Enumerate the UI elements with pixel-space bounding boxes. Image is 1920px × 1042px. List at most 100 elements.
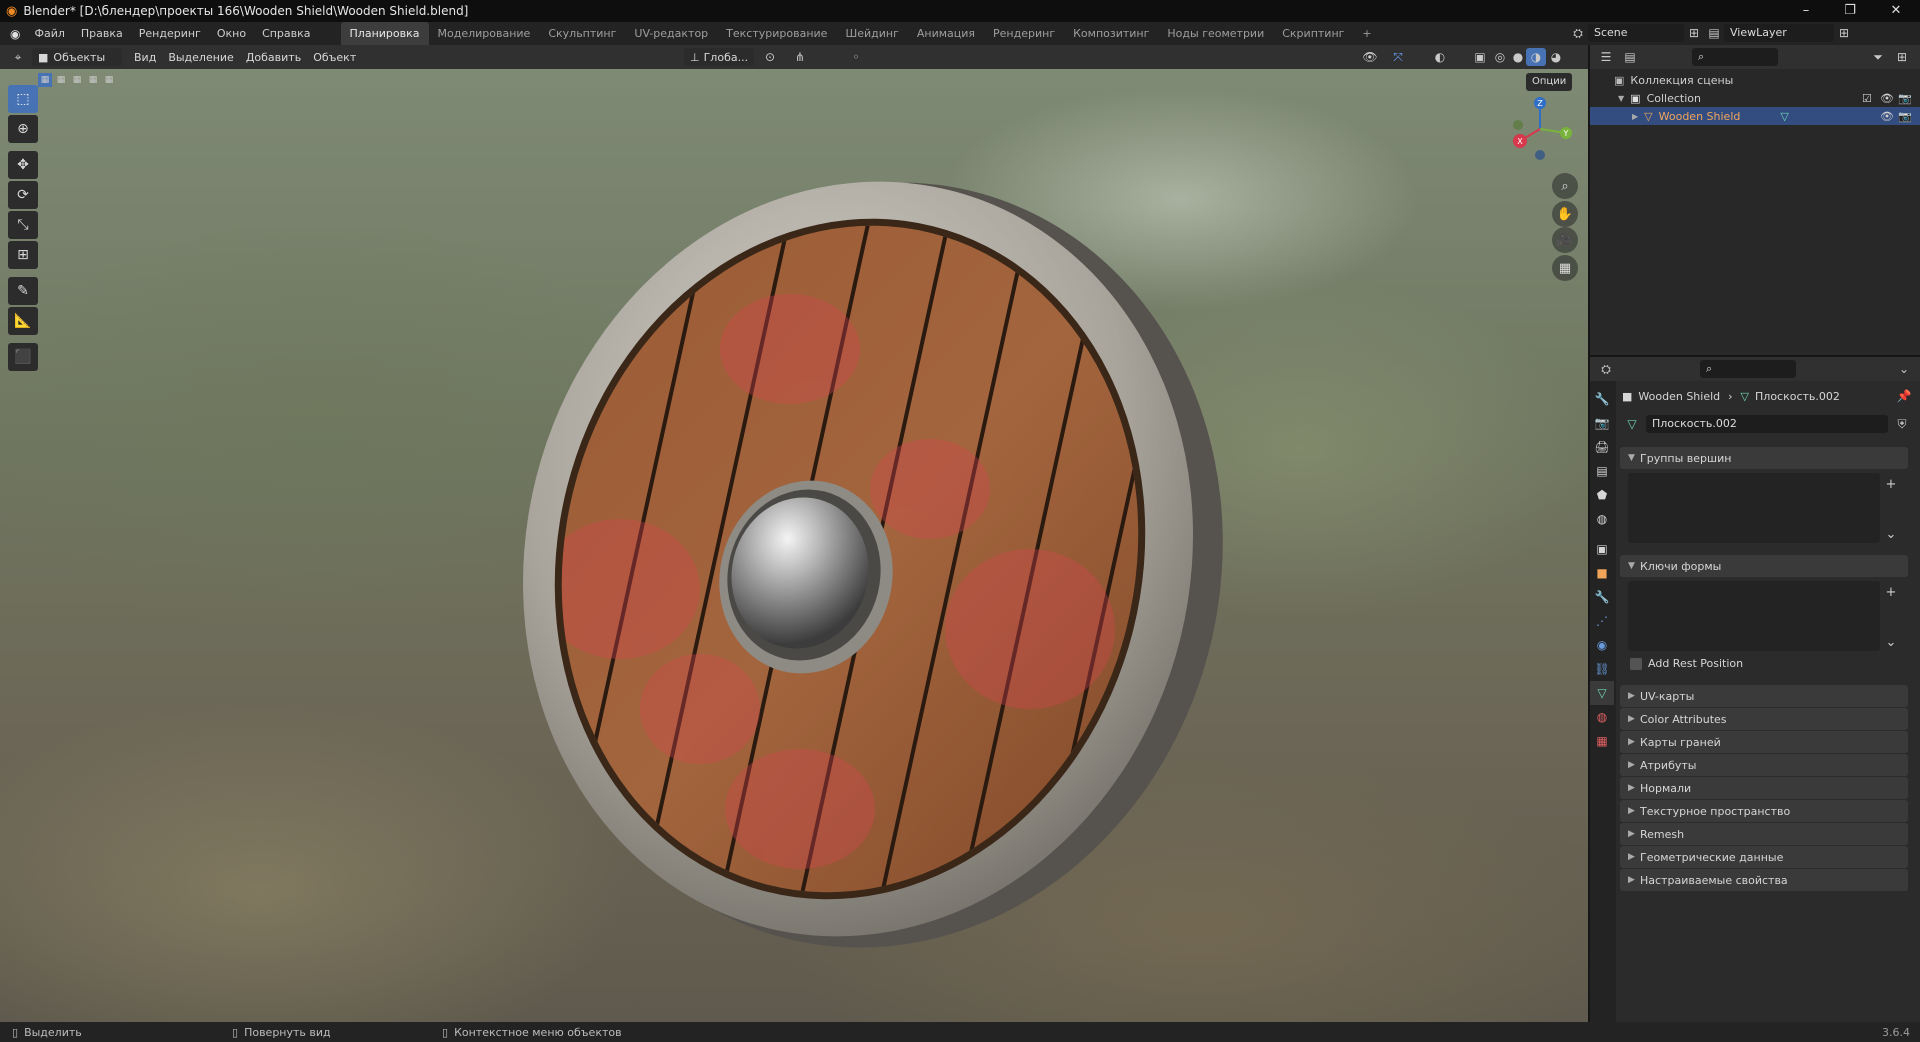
tab-scripting[interactable]: Скриптинг (1273, 22, 1353, 45)
texture-tab-icon[interactable]: ▦ (1590, 729, 1614, 753)
tab-rendering[interactable]: Рендеринг (984, 22, 1064, 45)
editor-type-icon[interactable]: ⌖ (8, 48, 28, 66)
vertex-group-menu-icon[interactable]: ⌄ (1882, 525, 1900, 543)
exclude-checkbox-icon[interactable]: ☑ (1862, 92, 1872, 105)
geometry-data-panel-header[interactable]: ▶ Геометрические данные (1620, 846, 1908, 868)
world-tab-icon[interactable]: ◍ (1590, 507, 1614, 531)
3d-viewport[interactable]: ▦ ▦ ▦ ▦ ▦ Опции ⬚ ⊕ ✥ ⟳ ⤡ ⊞ ✎ 📐 ⬛ Z Y X … (0, 69, 1588, 1022)
tab-layout[interactable]: Планировка (340, 22, 429, 45)
new-collection-icon[interactable]: ⊞ (1892, 48, 1912, 66)
tab-sculpting[interactable]: Скульптинг (539, 22, 625, 45)
menu-file[interactable]: Файл (26, 22, 72, 45)
menu-help[interactable]: Справка (254, 22, 318, 45)
constraints-tab-icon[interactable]: ⛓ (1590, 657, 1614, 681)
annotate-tool-icon[interactable]: ✎ (8, 277, 38, 305)
add-rest-position-checkbox[interactable] (1630, 657, 1642, 670)
menu-render[interactable]: Рендеринг (131, 22, 209, 45)
texture-space-panel-header[interactable]: ▶ Текстурное пространство (1620, 800, 1908, 822)
outliner-row-collection[interactable]: ▼ ▣ Collection ☑ 👁 📷 (1590, 89, 1920, 107)
particles-tab-icon[interactable]: ⋰ (1590, 609, 1614, 633)
scene-selector[interactable]: Scene (1588, 24, 1684, 42)
tab-compositing[interactable]: Композитинг (1064, 22, 1158, 45)
menu-select[interactable]: Выделение (162, 48, 240, 66)
outliner-editor-type-icon[interactable]: ☰ (1596, 48, 1616, 66)
collection-tab-icon[interactable]: ▣ (1590, 537, 1614, 561)
expand-arrow-icon[interactable]: ▶ (1632, 112, 1638, 121)
outliner-row-scene-collection[interactable]: ▣ Коллекция сцены (1590, 71, 1920, 89)
render-tab-icon[interactable]: 📷 (1590, 411, 1614, 435)
expand-arrow-icon[interactable]: ▼ (1618, 94, 1624, 103)
add-cube-tool-icon[interactable]: ⬛ (8, 343, 38, 371)
shading-material-icon[interactable]: ◑ (1526, 48, 1546, 66)
mesh-data-icon[interactable]: ▽ (1780, 110, 1788, 123)
maximize-button[interactable]: ❐ (1830, 0, 1870, 22)
properties-editor-type-icon[interactable]: ⛭ (1596, 360, 1616, 378)
vertex-groups-panel-header[interactable]: ▼ Группы вершин (1620, 447, 1908, 469)
menu-window[interactable]: Окно (209, 22, 254, 45)
shading-rendered-icon[interactable]: ◕ (1546, 48, 1566, 66)
wooden-shield-model[interactable] (0, 69, 1588, 1022)
shape-keys-panel-header[interactable]: ▼ Ключи формы (1620, 555, 1908, 577)
add-shape-key-button[interactable]: + (1882, 583, 1900, 601)
move-tool-icon[interactable]: ✥ (8, 151, 38, 179)
display-mode-icon[interactable]: ▤ (1620, 48, 1640, 66)
face-maps-panel-header[interactable]: ▶ Карты граней (1620, 731, 1908, 753)
overlays-icon[interactable]: ◐ (1430, 48, 1450, 66)
transform-orientation-dropdown[interactable]: ⊥ Глоба... (684, 48, 755, 66)
visibility-eye-icon[interactable]: 👁 (1880, 110, 1894, 123)
close-button[interactable]: ✕ (1876, 0, 1916, 22)
color-attributes-panel-header[interactable]: ▶ Color Attributes (1620, 708, 1908, 730)
modifiers-tab-icon[interactable]: 🔧 (1590, 585, 1614, 609)
shading-wireframe-icon[interactable]: ◎ (1490, 48, 1510, 66)
add-rest-position-row[interactable]: Add Rest Position (1630, 657, 1743, 670)
menu-edit[interactable]: Правка (73, 22, 131, 45)
view-layer-tab-icon[interactable]: ▤ (1590, 459, 1614, 483)
uv-maps-panel-header[interactable]: ▶ UV-карты (1620, 685, 1908, 707)
properties-search-input[interactable]: ⌕ (1700, 360, 1796, 378)
snap-icon[interactable]: ⋔ (790, 48, 810, 66)
visibility-icon[interactable]: 👁 (1360, 48, 1380, 66)
add-workspace-button[interactable]: + (1353, 22, 1380, 45)
proportional-edit-icon[interactable]: ◦ (846, 48, 866, 66)
shape-key-menu-icon[interactable]: ⌄ (1882, 633, 1900, 651)
mesh-name-field[interactable]: Плоскость.002 (1646, 415, 1888, 433)
gizmo-toggle-icon[interactable]: ⤧ (1388, 48, 1408, 66)
fake-user-shield-icon[interactable]: ⛨ (1892, 415, 1912, 433)
perspective-toggle-icon[interactable]: ▦ (1552, 255, 1578, 281)
xray-icon[interactable]: ▣ (1470, 48, 1490, 66)
shading-solid-icon[interactable]: ● (1508, 48, 1528, 66)
physics-tab-icon[interactable]: ◉ (1590, 633, 1614, 657)
object-tab-icon[interactable]: ■ (1590, 561, 1614, 585)
tab-texture-paint[interactable]: Текстурирование (717, 22, 836, 45)
menu-add[interactable]: Добавить (240, 48, 307, 66)
remesh-panel-header[interactable]: ▶ Remesh (1620, 823, 1908, 845)
tab-geometry-nodes[interactable]: Ноды геометрии (1158, 22, 1273, 45)
render-camera-icon[interactable]: 📷 (1898, 110, 1912, 123)
rotate-tool-icon[interactable]: ⟳ (8, 181, 38, 209)
properties-options-icon[interactable]: ⌄ (1894, 360, 1914, 378)
pin-icon[interactable]: 📌 (1894, 387, 1914, 405)
render-camera-icon[interactable]: 📷 (1898, 92, 1912, 105)
view-layer-icon[interactable]: ▤ (1704, 24, 1724, 42)
minimize-button[interactable]: – (1786, 0, 1826, 22)
scene-icon[interactable]: ⛭ (1568, 24, 1588, 42)
outliner-search-input[interactable]: ⌕ (1692, 48, 1778, 66)
view-layer-selector[interactable]: ViewLayer (1724, 24, 1834, 42)
zoom-icon[interactable]: ⌕ (1552, 173, 1578, 199)
attributes-panel-header[interactable]: ▶ Атрибуты (1620, 754, 1908, 776)
scale-tool-icon[interactable]: ⤡ (8, 211, 38, 239)
new-view-layer-icon[interactable]: ⊞ (1834, 24, 1854, 42)
custom-properties-panel-header[interactable]: ▶ Настраиваемые свойства (1620, 869, 1908, 891)
normals-panel-header[interactable]: ▶ Нормали (1620, 777, 1908, 799)
tab-shading[interactable]: Шейдинг (836, 22, 907, 45)
pivot-point-icon[interactable]: ⊙ (760, 48, 780, 66)
tool-tab-icon[interactable]: 🔧 (1590, 387, 1614, 411)
mesh-browse-icon[interactable]: ▽ (1622, 415, 1642, 433)
shape-keys-list[interactable] (1628, 581, 1880, 651)
outliner-row-wooden-shield[interactable]: ▶ ▽ Wooden Shield ▽ 👁 📷 (1590, 107, 1920, 125)
menu-object[interactable]: Объект (307, 48, 362, 66)
vertex-groups-list[interactable] (1628, 473, 1880, 543)
scene-tab-icon[interactable]: ⬟ (1590, 483, 1614, 507)
cursor-tool-icon[interactable]: ⊕ (8, 115, 38, 143)
add-vertex-group-button[interactable]: + (1882, 475, 1900, 493)
